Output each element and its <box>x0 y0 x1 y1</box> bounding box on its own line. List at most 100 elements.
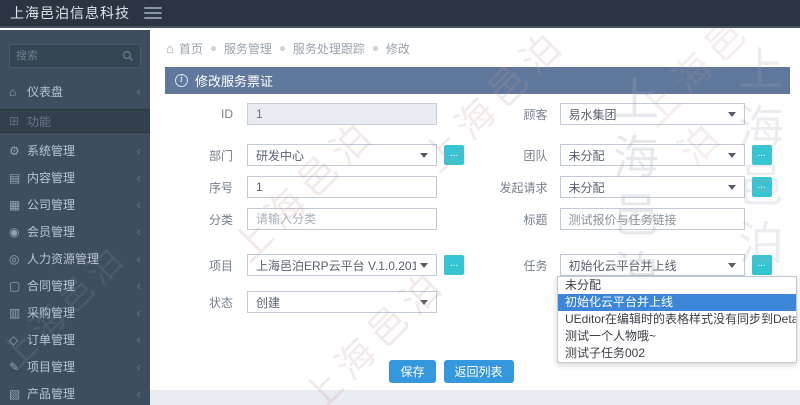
chevron-down-icon <box>420 262 428 268</box>
title-field[interactable] <box>559 208 745 230</box>
sidebar-section-features: ⊞ 功能 <box>0 109 150 133</box>
task-label: 任务 <box>523 258 548 273</box>
breadcrumb-service-mgmt[interactable]: 服务管理 <box>224 40 272 57</box>
app-logo: 上海邑泊信息科技 <box>10 6 130 22</box>
sidebar-search <box>9 44 141 68</box>
task-dropdown-list: 未分配 初始化云平台并上线 UEditor在编辑时的表格样式没有同步到Detai… <box>557 276 797 363</box>
sidebar-item-product[interactable]: ▧ 产品管理 ‹ <box>0 380 150 405</box>
chevron-down-icon <box>727 152 736 158</box>
project-more-button[interactable]: ... <box>444 255 464 275</box>
basket-icon: ▥ <box>9 305 21 320</box>
chevron-icon: ‹ <box>136 359 141 374</box>
sidebar-item-company[interactable]: ▦ 公司管理 ‹ <box>0 191 150 218</box>
task-option[interactable]: 测试一个人物哦~ <box>558 328 796 345</box>
breadcrumb-separator <box>279 46 285 51</box>
search-icon <box>122 50 134 62</box>
sidebar-item-procurement[interactable]: ▥ 采购管理 ‹ <box>0 299 150 326</box>
team-more-button[interactable]: ... <box>751 145 772 165</box>
id-label: ID <box>221 107 233 121</box>
breadcrumb-edit[interactable]: 修改 <box>386 40 410 57</box>
task-option[interactable]: 测试子任务002 <box>558 345 796 362</box>
list-icon: ▤ <box>9 170 21 185</box>
chevron-down-icon <box>420 152 428 158</box>
hamburger-menu-icon[interactable] <box>144 4 162 22</box>
task-option[interactable]: UEditor在编辑时的表格样式没有同步到Details.Project <box>558 311 796 328</box>
breadcrumb-separator <box>210 46 216 51</box>
id-field[interactable] <box>247 103 437 125</box>
form-body: ID 顾客 易水集团 部门 研发中心 <box>165 94 797 395</box>
title-label: 标题 <box>523 212 548 227</box>
department-select[interactable]: 研发中心 <box>247 144 437 166</box>
chevron-icon: ‹ <box>136 143 141 158</box>
status-select[interactable]: 创建 <box>247 291 437 313</box>
task-more-button[interactable]: ... <box>751 255 772 275</box>
cart-icon: ◇ <box>9 332 19 347</box>
info-icon: i <box>175 74 188 87</box>
chevron-down-icon <box>727 111 736 117</box>
department-more-button[interactable]: ... <box>444 145 464 165</box>
chevron-icon: ‹ <box>136 170 141 185</box>
task-option[interactable]: 初始化云平台并上线 <box>558 294 796 311</box>
chevron-icon: ‹ <box>136 386 141 401</box>
breadcrumb-home[interactable]: 首页 <box>179 40 203 57</box>
sidebar-item-dashboard[interactable]: ⌂ 仪表盘 ‹ <box>0 78 150 105</box>
form-actions: 保存 返回列表 <box>139 360 764 383</box>
save-button[interactable]: 保存 <box>389 360 436 383</box>
project-label: 项目 <box>208 258 233 273</box>
request-more-button[interactable]: ... <box>751 177 772 197</box>
chevron-icon: ‹ <box>136 224 141 239</box>
sidebar-menu: ⌂ 仪表盘 ‹ ⊞ 功能 ⚙ 系统管理 ‹ ▤ 内容管理 ‹ ▦ 公司管理 ‹ … <box>0 78 150 405</box>
people-icon: ◎ <box>9 251 20 266</box>
breadcrumb: ⌂ 首页 服务管理 服务处理跟踪 修改 <box>150 30 800 65</box>
home-icon: ⌂ <box>9 84 17 99</box>
sidebar-item-order[interactable]: ◇ 订单管理 ‹ <box>0 326 150 353</box>
breadcrumb-service-tracking[interactable]: 服务处理跟踪 <box>293 40 365 57</box>
document-icon: ▢ <box>9 278 21 293</box>
task-option[interactable]: 未分配 <box>558 277 796 294</box>
sidebar-item-content[interactable]: ▤ 内容管理 ‹ <box>0 164 150 191</box>
chevron-icon: ‹ <box>136 332 141 347</box>
edit-ticket-panel: i 修改服务票证 ID 顾客 易水集团 部门 <box>165 67 797 395</box>
request-label: 发起请求 <box>499 180 548 195</box>
chevron-down-icon <box>420 299 428 305</box>
top-bar: 上海邑泊信息科技 <box>0 0 800 28</box>
task-select[interactable]: 初始化云平台并上线 <box>559 254 745 276</box>
gear-icon: ⚙ <box>9 143 20 158</box>
sidebar-item-contract[interactable]: ▢ 合同管理 ‹ <box>0 272 150 299</box>
sidebar-item-hr[interactable]: ◎ 人力资源管理 ‹ <box>0 245 150 272</box>
breadcrumb-separator <box>372 46 378 51</box>
panel-header: i 修改服务票证 <box>165 67 790 94</box>
status-label: 状态 <box>208 295 233 310</box>
customer-select[interactable]: 易水集团 <box>559 103 745 125</box>
building-icon: ▦ <box>9 197 21 212</box>
footer-strip <box>150 390 800 405</box>
grid-icon: ⊞ <box>9 114 20 128</box>
chevron-down-icon <box>727 262 736 268</box>
chevron-icon: ‹ <box>136 251 141 266</box>
page-title: 修改服务票证 <box>195 74 274 89</box>
chevron-down-icon <box>727 184 736 190</box>
back-to-list-button[interactable]: 返回列表 <box>443 360 514 383</box>
user-icon: ◉ <box>9 224 20 239</box>
category-field[interactable] <box>247 208 437 230</box>
box-icon: ▧ <box>9 386 21 401</box>
team-select[interactable]: 未分配 <box>559 144 745 166</box>
chevron-icon: ‹ <box>136 278 141 293</box>
seq-field[interactable] <box>247 176 437 198</box>
project-select[interactable]: 上海邑泊ERP云平台 V.1.0.20190316. <box>247 254 437 276</box>
home-icon: ⌂ <box>166 41 174 56</box>
customer-label: 顾客 <box>523 107 548 122</box>
request-select[interactable]: 未分配 <box>559 176 745 198</box>
category-label: 分类 <box>208 212 233 227</box>
chevron-icon: ‹ <box>136 84 141 99</box>
sidebar: ⌂ 仪表盘 ‹ ⊞ 功能 ⚙ 系统管理 ‹ ▤ 内容管理 ‹ ▦ 公司管理 ‹ … <box>0 30 150 405</box>
chevron-icon: ‹ <box>136 197 141 212</box>
sidebar-item-project[interactable]: ✎ 项目管理 ‹ <box>0 353 150 380</box>
sidebar-item-system[interactable]: ⚙ 系统管理 ‹ <box>0 137 150 164</box>
sidebar-item-member[interactable]: ◉ 会员管理 ‹ <box>0 218 150 245</box>
team-label: 团队 <box>523 148 548 163</box>
seq-label: 序号 <box>208 180 233 195</box>
department-label: 部门 <box>208 148 233 163</box>
pencil-icon: ✎ <box>9 359 20 374</box>
search-input[interactable] <box>16 50 122 62</box>
